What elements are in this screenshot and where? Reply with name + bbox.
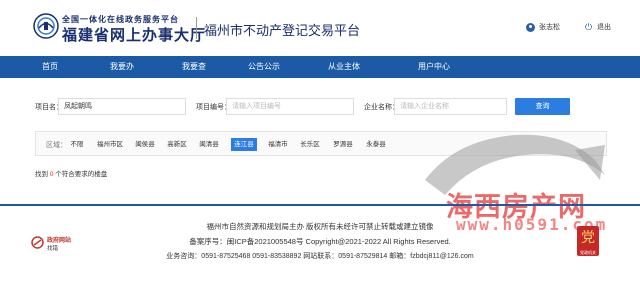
district-option-unlimited[interactable]: 不限 <box>68 138 86 151</box>
district-label: 区域： <box>46 142 67 149</box>
district-option-gaoxin[interactable]: 高新区 <box>166 138 188 151</box>
search-form: 项目名： 凤起朝鸣 项目编号： 请输入项目编号 企业名称： 请输入企业名称 查询 <box>0 96 640 118</box>
header-divider <box>196 17 197 39</box>
badge-char: 党 <box>581 230 595 246</box>
query-button[interactable]: 查询 <box>515 98 570 115</box>
logout-label[interactable]: 退出 <box>597 22 611 32</box>
portal-title[interactable]: 福建省网上办事大厅 <box>62 24 206 45</box>
nav-item-announcements[interactable]: 公告公示 <box>244 56 284 78</box>
footer-contact: 业务咨询：0591-87525468 0591-83538892 网站联系：05… <box>166 253 474 260</box>
company-input[interactable]: 请输入企业名称 <box>394 98 507 115</box>
nav-item-home[interactable]: 首页 <box>0 56 100 78</box>
nav-item-user-center[interactable]: 用户中心 <box>404 56 464 78</box>
nav-item-practitioners[interactable]: 从业主体 <box>284 56 404 78</box>
page: 全国一体化在线政务服务平台 福建省网上办事大厅 福州市不动产登记交易平台 张志松… <box>0 0 640 287</box>
district-option-luoyuan[interactable]: 罗源县 <box>332 138 354 151</box>
site-header: 全国一体化在线政务服务平台 福建省网上办事大厅 福州市不动产登记交易平台 张志松… <box>0 0 640 56</box>
district-option-yongtai[interactable]: 永泰县 <box>365 138 387 151</box>
gov-site-title: 政府网站 <box>47 238 72 244</box>
user-icon <box>526 22 535 32</box>
main-nav: 首页 我要办 我要查 公告公示 从业主体 用户中心 <box>0 56 640 78</box>
logout-icon: ⏻ <box>585 21 593 32</box>
footer-divider <box>0 204 640 206</box>
footer-icp[interactable]: 备案序号：闽ICP备2021005548号 Copyright@2021-202… <box>0 236 640 247</box>
result-summary: 找到 0 个符合要求的楼盘 <box>35 168 107 178</box>
nav-item-query[interactable]: 我要查 <box>144 56 244 78</box>
platform-title: 福州市不动产登记交易平台 <box>204 23 361 38</box>
project-number-input[interactable]: 请输入项目编号 <box>226 98 354 115</box>
district-option-changle[interactable]: 长乐区 <box>299 138 321 151</box>
emblem-icon <box>33 13 59 39</box>
gov-site-sub: 找错 <box>47 246 59 252</box>
nav-item-apply[interactable]: 我要办 <box>100 56 144 78</box>
user-menu[interactable]: 张志松 <box>526 22 560 32</box>
gov-site-error-link[interactable]: 政府网站 找错 <box>31 234 77 256</box>
footer-copyright: 福州市自然资源和规划局主办 版权所有未经许可禁止转载或建立镜像 <box>206 222 434 231</box>
district-option-fuqing[interactable]: 福清市 <box>267 138 289 151</box>
badge-sub: 党政机关 <box>580 250 596 255</box>
district-option-lianjiang[interactable]: 连江县 <box>231 138 257 151</box>
district-option-fuzhou[interactable]: 福州市区 <box>96 138 124 151</box>
result-prefix: 找到 <box>35 171 48 178</box>
logout-button[interactable]: ⏻ 退出 <box>585 22 611 32</box>
result-suffix: 个符合要求的楼盘 <box>55 171 108 178</box>
party-badge-icon[interactable]: 党 党政机关 <box>577 226 599 256</box>
district-option-minhou[interactable]: 闽侯县 <box>134 138 156 151</box>
gov-site-icon <box>31 236 44 249</box>
result-count: 0 <box>49 171 54 178</box>
district-option-minqing[interactable]: 闽清县 <box>198 138 220 151</box>
project-input[interactable]: 凤起朝鸣 <box>58 98 186 115</box>
user-name[interactable]: 张志松 <box>539 22 560 32</box>
